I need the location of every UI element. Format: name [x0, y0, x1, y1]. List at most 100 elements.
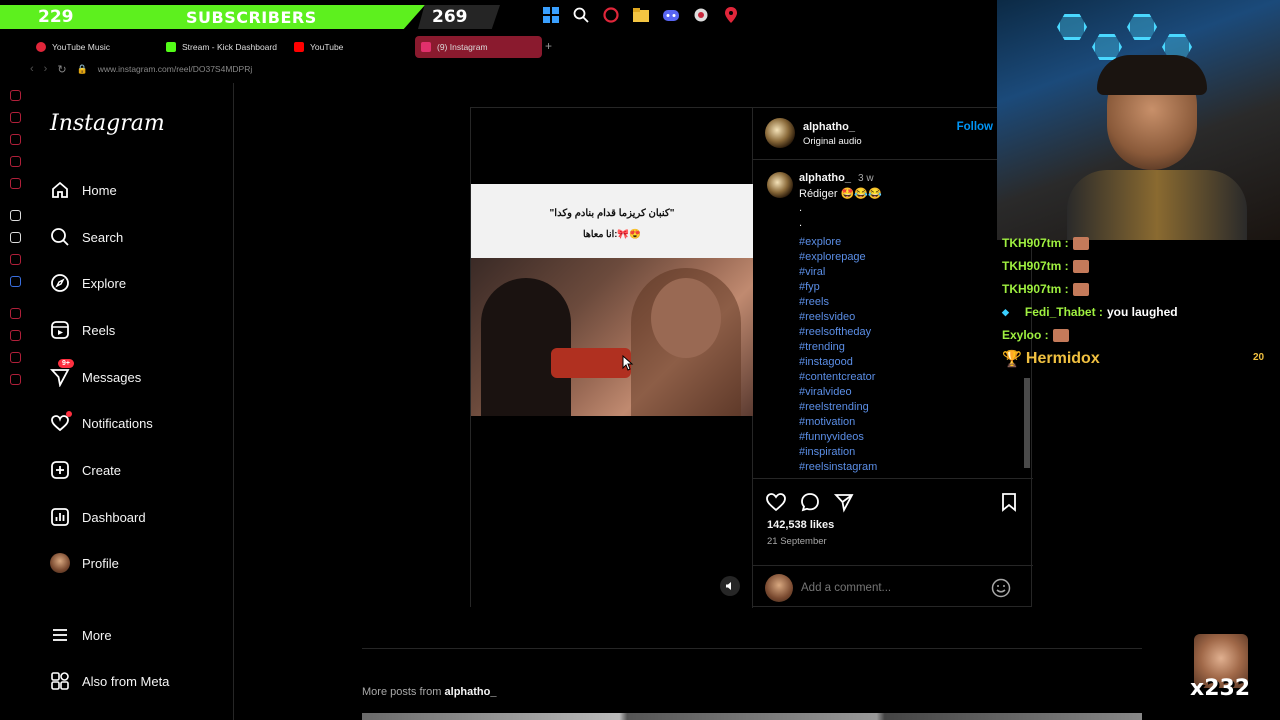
tab-youtube[interactable]: YouTube	[288, 36, 413, 58]
nav-reels[interactable]: Reels	[50, 320, 115, 340]
hashtag-link[interactable]: #explore	[799, 235, 877, 250]
leaderboard-count: 20	[1253, 352, 1265, 363]
search-icon[interactable]	[570, 4, 592, 26]
nav-dashboard[interactable]: Dashboard	[50, 507, 146, 527]
browser-sidebar	[0, 38, 30, 720]
subs-label: SUBSCRIBERS	[186, 8, 317, 27]
hashtag-link[interactable]: #viral	[799, 265, 877, 280]
tab-bar: YouTube Music Stream - Kick Dashboard Yo…	[0, 36, 995, 58]
menu-icon	[50, 625, 70, 645]
volume-button[interactable]	[720, 576, 740, 596]
chat-line: TKH907tm :	[1002, 236, 1089, 250]
hashtag-link[interactable]: #motivation	[799, 415, 877, 430]
messenger-icon[interactable]	[10, 90, 21, 101]
reel-media[interactable]: "كنبان كريزما قدام بنادم وكدا" انا معاها…	[471, 108, 753, 608]
compass-icon	[50, 273, 70, 293]
likes-count[interactable]: 142,538 likes	[767, 519, 834, 531]
address-bar[interactable]: ‹ › ↻ 🔒 www.instagram.com/reel/DO37S4MDP…	[30, 60, 995, 78]
reload-icon[interactable]: ↻	[57, 63, 66, 76]
hashtag-link[interactable]: #contentcreator	[799, 370, 877, 385]
nav-notifications[interactable]: Notifications	[50, 411, 153, 433]
pinboard-icon[interactable]	[10, 134, 21, 145]
bookmark-icon[interactable]	[998, 491, 1020, 513]
more-posts-heading: More posts from alphatho_	[362, 686, 496, 698]
nav-profile[interactable]: Profile	[50, 553, 119, 573]
chat-username: TKH907tm :	[1002, 282, 1069, 296]
tab-label: YouTube	[310, 42, 344, 52]
nav-search[interactable]: Search	[50, 227, 123, 247]
more-posts-user[interactable]: alphatho_	[445, 686, 497, 698]
nav-explore[interactable]: Explore	[50, 273, 126, 293]
caption-avatar[interactable]	[767, 172, 793, 198]
nav-also-from-meta[interactable]: Also from Meta	[50, 671, 169, 691]
chat-username: Fedi_Thabet :	[1024, 305, 1103, 319]
like-icon[interactable]	[765, 491, 787, 513]
hashtag-link[interactable]: #reels	[799, 295, 877, 310]
nav-messages[interactable]: 9+ Messages	[50, 359, 141, 387]
hashtag-link[interactable]: #fyp	[799, 280, 877, 295]
forward-icon[interactable]: ›	[44, 63, 48, 75]
tab-youtube-music[interactable]: YouTube Music	[30, 36, 158, 58]
nav-dashboard-label: Dashboard	[82, 509, 146, 525]
stream-icon[interactable]	[10, 308, 21, 319]
nav-create[interactable]: Create	[50, 460, 121, 480]
comment-icon[interactable]	[799, 491, 821, 513]
hashtag-link[interactable]: #funnyvideos	[799, 430, 877, 445]
instagram-logo[interactable]: Instagram	[50, 111, 165, 136]
nav-home[interactable]: Home	[50, 180, 117, 200]
hashtag-link[interactable]: #explorepage	[799, 250, 877, 265]
more-posts-thumbnails[interactable]	[362, 713, 1142, 720]
hashtag-link[interactable]: #reelsvideo	[799, 310, 877, 325]
caption-area: alphatho_ 3 w Rédiger 🤩😂😂 . . #explore #…	[753, 168, 1025, 476]
caption-scrollbar[interactable]	[1024, 378, 1030, 468]
folder-icon[interactable]	[630, 4, 652, 26]
chat-icon[interactable]	[10, 352, 21, 363]
hashtag-link[interactable]: #viralvideo	[799, 385, 877, 400]
chat-line: TKH907tm :	[1002, 282, 1089, 296]
shield-icon[interactable]	[10, 276, 21, 287]
twitch-icon[interactable]	[10, 156, 21, 167]
hashtag-link[interactable]: #reelsoftheday	[799, 325, 877, 340]
youtube-side-icon[interactable]	[10, 254, 21, 265]
share-icon[interactable]	[833, 491, 855, 513]
emoji-icon[interactable]	[991, 578, 1011, 603]
instagram-icon	[421, 42, 431, 52]
opera-icon[interactable]	[600, 4, 622, 26]
clock-icon[interactable]	[10, 330, 21, 341]
nav-more[interactable]: More	[50, 625, 112, 645]
reel-video[interactable]: "كنبان كريزما قدام بنادم وكدا" انا معاها…	[471, 184, 753, 416]
chat-line: 🏆 Hermidox	[1002, 349, 1100, 369]
new-tab-button[interactable]: +	[545, 39, 552, 53]
pin-icon[interactable]	[720, 4, 742, 26]
hashtag-link[interactable]: #inspiration	[799, 445, 877, 460]
hashtag-link[interactable]: #trending	[799, 340, 877, 355]
author-avatar[interactable]	[765, 118, 795, 148]
audio-link[interactable]: Original audio	[803, 136, 862, 147]
tab-kick-dashboard[interactable]: Stream - Kick Dashboard	[160, 36, 288, 58]
obs-icon[interactable]	[690, 4, 712, 26]
follow-button[interactable]: Follow	[957, 121, 993, 133]
windows-icon[interactable]	[540, 4, 562, 26]
hashtag-link[interactable]: #instagood	[799, 355, 877, 370]
hashtag-link[interactable]: #reelsinstagram	[799, 460, 877, 475]
nav-home-label: Home	[82, 182, 117, 198]
video-frame	[471, 258, 753, 416]
video-caption-panel: "كنبان كريزما قدام بنادم وكدا" انا معاها…	[471, 184, 753, 258]
author-username[interactable]: alphatho_	[803, 121, 855, 133]
instagram-sidebar: Instagram Home Search Explore Reels 9+ M…	[30, 83, 234, 720]
heart-icon	[50, 411, 72, 433]
ai-icon[interactable]	[10, 210, 21, 221]
settings-icon[interactable]	[10, 374, 21, 385]
x-icon[interactable]	[10, 232, 21, 243]
music-icon[interactable]	[10, 178, 21, 189]
tab-instagram[interactable]: (9) Instagram	[415, 36, 542, 58]
streamer-shirt	[1067, 170, 1247, 240]
comment-input[interactable]	[801, 578, 981, 598]
discord-icon[interactable]	[660, 4, 682, 26]
history-icon[interactable]	[10, 112, 21, 123]
caption-username[interactable]: alphatho_	[799, 172, 851, 184]
nav-more-label: More	[82, 627, 112, 643]
hashtag-link[interactable]: #reelstrending	[799, 400, 877, 415]
subscriber-goal-bar: 229 SUBSCRIBERS 269	[0, 0, 500, 34]
back-icon[interactable]: ‹	[30, 63, 34, 75]
